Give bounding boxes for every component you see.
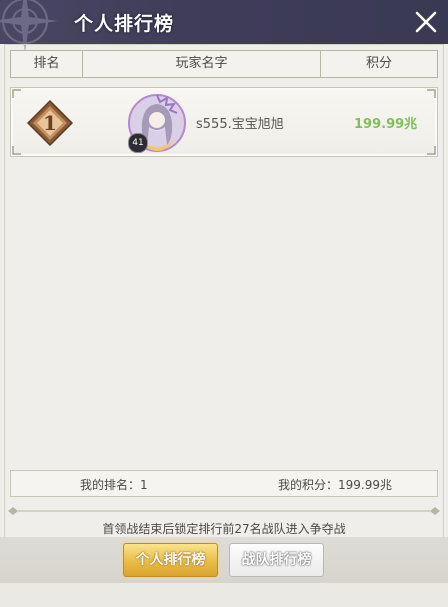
corner-ornament-icon	[12, 89, 21, 98]
tab-bar: 个人排行榜 战队排行榜	[0, 537, 448, 583]
header-score: 积分	[365, 56, 392, 71]
my-info-bar: 我的排名：1 我的积分：199.99兆	[10, 470, 438, 497]
player-name: s555.宝宝旭旭	[196, 117, 284, 132]
corner-ornament-icon	[427, 146, 436, 155]
header-player-name: 玩家名字	[175, 56, 228, 71]
rank-number: 1	[43, 111, 57, 135]
tab-personal-ranking[interactable]: 个人排行榜	[123, 543, 218, 577]
ranking-panel: 个人排行榜 排名 玩家名字 积分 1 41 s555.宝宝旭旭 199.99兆 …	[0, 0, 448, 607]
title-bar: 个人排行榜	[0, 0, 448, 54]
corner-ornament-icon	[427, 89, 436, 98]
table-header: 排名 玩家名字 积分	[10, 50, 438, 78]
player-score: 199.99兆	[354, 117, 418, 132]
ornament-divider	[8, 507, 440, 515]
close-icon[interactable]	[414, 10, 438, 34]
bottom-strip	[0, 583, 448, 607]
rank-diamond-icon: 1	[26, 99, 74, 147]
rank-badge: 1	[26, 99, 74, 147]
my-score: 我的积分：199.99兆	[278, 478, 392, 492]
tab-team-ranking[interactable]: 战队排行榜	[229, 543, 324, 577]
notice-text: 首领战结束后锁定排行前27名战队进入争夺战	[102, 522, 346, 536]
avatar[interactable]: 41	[127, 93, 187, 153]
level-badge: 41	[128, 133, 148, 153]
my-rank: 我的排名：1	[80, 478, 148, 492]
table-row[interactable]: 1 41 s555.宝宝旭旭 199.99兆	[10, 87, 438, 157]
header-rank: 排名	[33, 56, 60, 71]
corner-ornament-icon	[12, 146, 21, 155]
page-title: 个人排行榜	[74, 13, 175, 35]
